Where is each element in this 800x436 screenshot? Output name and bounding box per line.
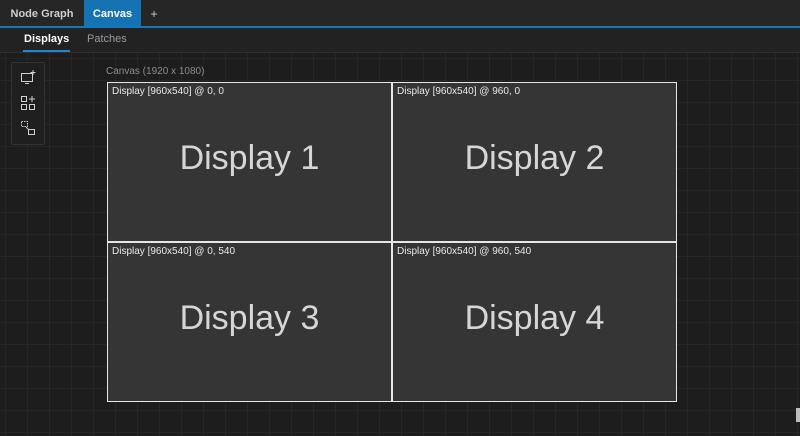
display-1[interactable]: Display [960x540] @ 0, 0 Display 1 [107,82,392,242]
link-display-icon[interactable] [20,120,37,137]
sub-tab-bar: Displays Patches [0,28,800,53]
canvas-size-label: Canvas (1920 x 1080) [106,66,205,77]
add-display-icon[interactable] [20,69,37,86]
display-name: Display 2 [464,139,605,177]
app-window: Node Graph Canvas + Displays Patches Can… [0,0,800,436]
add-display-grid-icon[interactable] [20,95,37,112]
canvas-area: Display [960x540] @ 0, 0 Display 1 Displ… [107,82,677,402]
display-4[interactable]: Display [960x540] @ 960, 540 Display 4 [392,242,677,402]
display-info: Display [960x540] @ 960, 0 [397,86,521,97]
display-info: Display [960x540] @ 0, 540 [112,246,236,257]
top-tab-bar: Node Graph Canvas + [0,0,800,28]
add-tab-button[interactable]: + [146,0,162,26]
canvas-workspace[interactable]: Canvas (1920 x 1080) Display [960x540] @… [0,53,800,436]
tab-node-graph[interactable]: Node Graph [0,0,84,26]
tool-palette [11,62,45,145]
display-name: Display 3 [179,299,320,337]
display-info: Display [960x540] @ 960, 540 [397,246,532,257]
display-name: Display 1 [179,139,320,177]
resize-handle[interactable] [796,408,800,422]
display-2[interactable]: Display [960x540] @ 960, 0 Display 2 [392,82,677,242]
tab-canvas[interactable]: Canvas [84,0,141,26]
tab-displays[interactable]: Displays [22,28,71,52]
display-info: Display [960x540] @ 0, 0 [112,86,224,97]
tab-patches[interactable]: Patches [87,28,127,52]
display-3[interactable]: Display [960x540] @ 0, 540 Display 3 [107,242,392,402]
display-name: Display 4 [464,299,605,337]
